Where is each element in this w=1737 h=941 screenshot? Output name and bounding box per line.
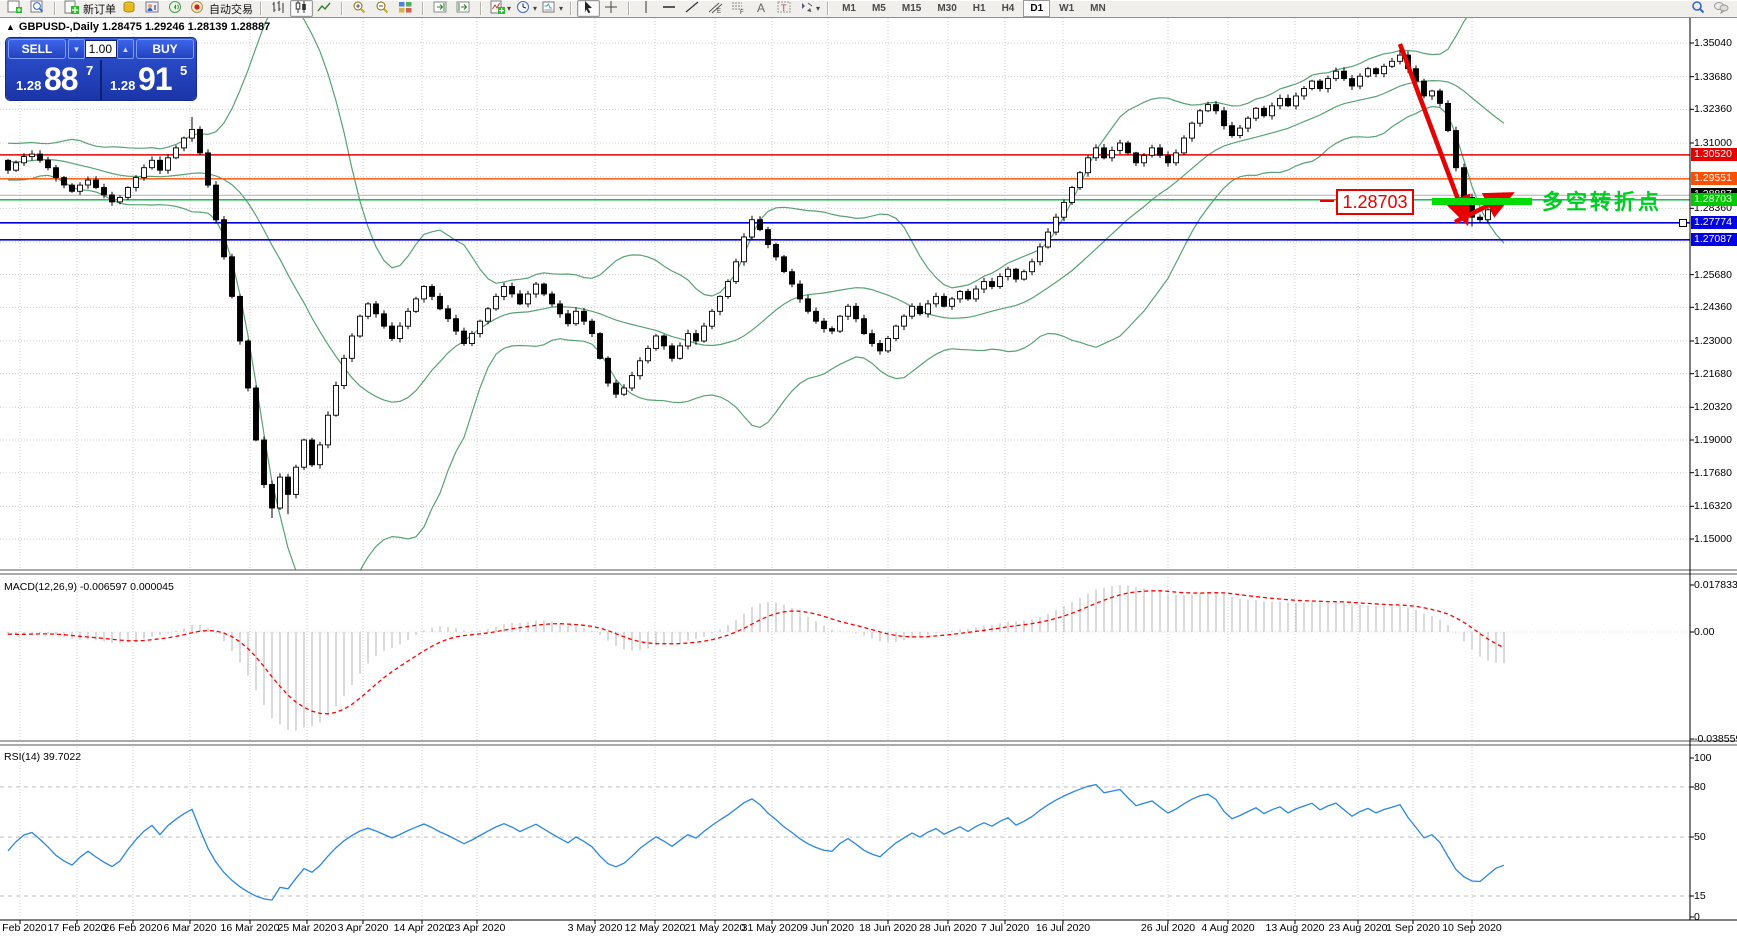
price-tick-label: 1.24360 <box>1694 301 1732 313</box>
one-click-trading-panel: SELL ▼ 1.00 ▲ BUY 1.28 88 7 1.28 91 <box>6 38 196 100</box>
price-callout-box[interactable]: 1.28703 <box>1336 189 1414 215</box>
date-tick-label: 16 Jul 2020 <box>1036 922 1090 934</box>
price-tick-label: 1.16320 <box>1694 500 1732 512</box>
date-tick-label: 17 Feb 2020 <box>48 922 107 934</box>
sell-price-big: 88 <box>44 61 78 98</box>
price-tick-label: 1.25680 <box>1694 269 1732 281</box>
sell-button[interactable]: SELL <box>8 39 66 59</box>
price-tick-label: 1.35040 <box>1694 37 1732 49</box>
buy-price-sup: 5 <box>180 63 187 78</box>
price-badge[interactable]: 1.29551 <box>1691 172 1737 185</box>
date-tick-label: 4 Aug 2020 <box>1201 922 1254 934</box>
mt4-terminal: 新订单自动交易▾▾▾EFAT▾M1M5M15M30H1H4D1W1MN ▲GBP… <box>0 0 1737 941</box>
price-badge[interactable]: 1.28703 <box>1691 193 1737 206</box>
date-tick-label: 25 Mar 2020 <box>278 922 337 934</box>
date-tick-label: 7 Jul 2020 <box>981 922 1029 934</box>
price-tick-label: 1.20320 <box>1694 401 1732 413</box>
macd-axis-label: 0.017833 <box>1694 579 1737 591</box>
price-tick-label: 1.33680 <box>1694 71 1732 83</box>
date-tick-label: 14 Apr 2020 <box>394 922 451 934</box>
macd-indicator-label: MACD(12,26,9) -0.006597 0.000045 <box>4 581 174 593</box>
sell-price-prefix: 1.28 <box>16 78 41 93</box>
price-badge[interactable]: 1.27087 <box>1691 233 1737 246</box>
price-tick-label: 1.32360 <box>1694 103 1732 115</box>
symbol-ohlc-text: GBPUSD-,Daily 1.28475 1.29246 1.28139 1.… <box>19 21 270 33</box>
symbol-info-line: ▲ GBPUSD-,Daily 1.28475 1.29246 1.28139 1… <box>6 21 270 33</box>
rsi-axis-label: 15 <box>1694 890 1706 902</box>
turning-point-bar[interactable] <box>1432 198 1532 205</box>
buy-button[interactable]: BUY <box>136 39 194 59</box>
date-tick-label: 16 Mar 2020 <box>221 922 280 934</box>
rsi-axis-label: 50 <box>1694 831 1706 843</box>
rsi-indicator-label: RSI(14) 39.7022 <box>4 751 81 763</box>
date-tick-label: 13 Aug 2020 <box>1266 922 1325 934</box>
date-tick-label: 6 Mar 2020 <box>163 922 216 934</box>
date-tick-label: 7 Feb 2020 <box>0 922 47 934</box>
date-tick-label: 3 Apr 2020 <box>338 922 389 934</box>
date-tick-label: 21 May 2020 <box>685 922 746 934</box>
buy-quote[interactable]: 1.28 91 5 <box>102 60 196 100</box>
date-tick-label: 10 Sep 2020 <box>1442 922 1502 934</box>
date-tick-label: 31 May 2020 <box>742 922 803 934</box>
date-tick-label: 1 Sep 2020 <box>1386 922 1440 934</box>
rsi-axis-label: 100 <box>1694 752 1712 764</box>
price-tick-label: 1.19000 <box>1694 434 1732 446</box>
price-tick-label: 1.23000 <box>1694 335 1732 347</box>
volume-down-button[interactable]: ▼ <box>68 39 85 59</box>
date-tick-label: 26 Jul 2020 <box>1141 922 1195 934</box>
price-tick-label: 1.17680 <box>1694 467 1732 479</box>
date-tick-label: 12 May 2020 <box>625 922 686 934</box>
date-tick-label: 26 Feb 2020 <box>104 922 163 934</box>
price-badge[interactable]: 1.30520 <box>1691 148 1737 161</box>
collapse-triangle-icon[interactable]: ▲ <box>6 22 15 32</box>
macd-axis-label: -0.038559 <box>1694 733 1737 745</box>
rsi-axis-label: 80 <box>1694 781 1706 793</box>
date-tick-label: 28 Jun 2020 <box>919 922 977 934</box>
turning-point-label: 多空转折点 <box>1542 186 1662 216</box>
date-tick-label: 23 Aug 2020 <box>1329 922 1388 934</box>
date-tick-label: 9 Jun 2020 <box>802 922 854 934</box>
buy-price-big: 91 <box>138 61 172 98</box>
hline-selection-handle[interactable] <box>1679 219 1687 227</box>
date-tick-label: 18 Jun 2020 <box>859 922 917 934</box>
volume-up-button[interactable]: ▲ <box>117 39 134 59</box>
macd-axis-label: 0.00 <box>1694 626 1714 638</box>
chart-canvas[interactable] <box>0 0 1737 941</box>
price-tick-label: 1.15000 <box>1694 533 1732 545</box>
sell-quote[interactable]: 1.28 88 7 <box>6 60 100 100</box>
chart-window[interactable]: ▲ GBPUSD-,Daily 1.28475 1.29246 1.28139 1… <box>0 18 1737 941</box>
date-tick-label: 3 May 2020 <box>568 922 623 934</box>
price-callout-dash <box>1320 200 1334 202</box>
rsi-axis-label: 0 <box>1694 911 1700 923</box>
price-badge[interactable]: 1.27774 <box>1691 216 1737 229</box>
sell-price-sup: 7 <box>86 63 93 78</box>
price-tick-label: 1.21680 <box>1694 368 1732 380</box>
volume-input[interactable]: 1.00 <box>85 40 117 58</box>
date-tick-label: 23 Apr 2020 <box>449 922 506 934</box>
buy-price-prefix: 1.28 <box>110 78 135 93</box>
